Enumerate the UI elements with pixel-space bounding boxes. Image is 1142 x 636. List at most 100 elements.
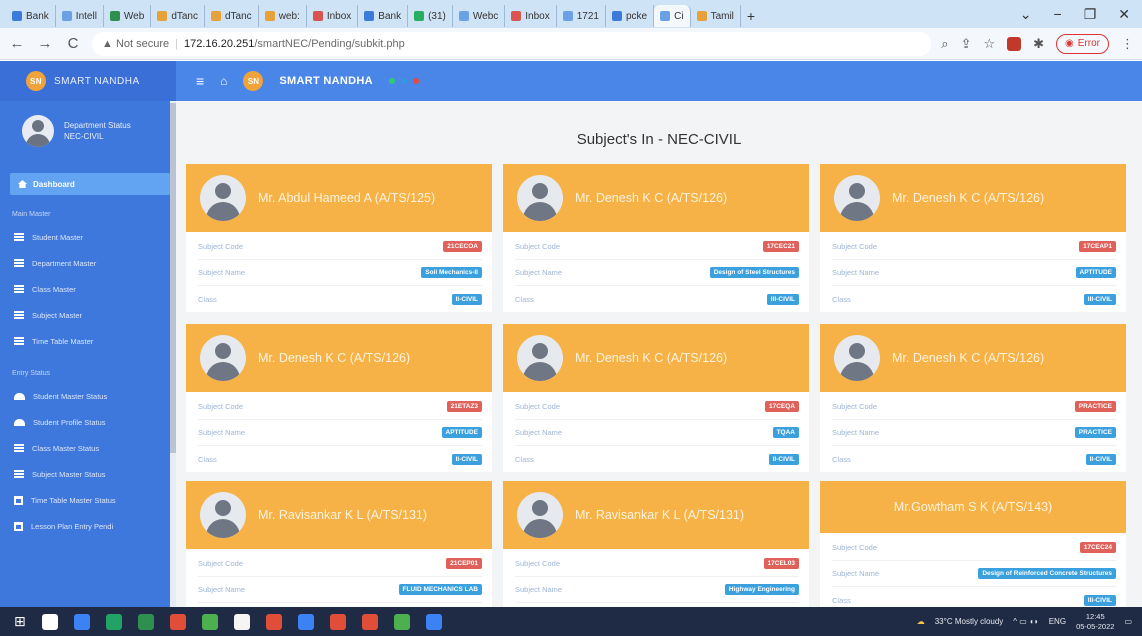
language-indicator[interactable]: ENG [1049, 617, 1066, 626]
taskbar-app-icon[interactable] [297, 613, 314, 630]
taskbar-app-icon[interactable] [425, 613, 442, 630]
browser-tab[interactable]: Inbox [505, 5, 557, 27]
extensions-puzzle-icon[interactable]: ✱ [1033, 36, 1044, 52]
sidebar-brand[interactable]: SN SMART NANDHA [0, 61, 176, 101]
subject-card[interactable]: Mr. Denesh K C (A/TS/126) Subject Code 17C… [503, 324, 809, 472]
address-bar-icons: ⌕ ⇪ ☆ ✱ ◉ Error ⋮ [941, 33, 1134, 54]
subject-card[interactable]: Mr. Abdul Hameed A (A/TS/125) Subject Cod… [186, 164, 492, 312]
taskbar-app-icon[interactable] [329, 613, 346, 630]
sidebar-item-label: Subject Master Status [32, 469, 106, 479]
subject-card[interactable]: Mr. Ravisankar K L (A/TS/131) Subject Cod… [186, 481, 492, 607]
browser-tab[interactable]: Web [104, 5, 152, 27]
menu-toggle-icon[interactable]: ≡ [196, 73, 204, 89]
browser-tab[interactable]: Bank [6, 5, 56, 27]
sidebar-item-subject-master[interactable]: Subject Master [0, 302, 176, 328]
clock[interactable]: 12:45 05-05-2022 [1076, 612, 1114, 632]
sidebar-item-department-master[interactable]: Department Master [0, 250, 176, 276]
card-label-class: Class [515, 454, 534, 464]
class-badge: II-CIVIL [451, 293, 482, 305]
sidebar-item-class-master[interactable]: Class Master [0, 276, 176, 302]
extension-icon[interactable] [1007, 36, 1022, 51]
back-button[interactable]: ← [8, 35, 26, 52]
card-label-code: Subject Code [832, 543, 878, 552]
sidebar-item-class-master-status[interactable]: Class Master Status [0, 435, 176, 461]
subject-code-badge: 17CEC21 [762, 241, 799, 252]
taskbar-app-icon[interactable] [137, 613, 154, 630]
sidebar-item-subject-master-status[interactable]: Subject Master Status [0, 461, 176, 487]
card-row-class: Class II-CIVIL [515, 446, 799, 472]
status-dot [400, 78, 407, 84]
faculty-avatar [517, 335, 563, 381]
sidebar-item-student-master-status[interactable]: Student Master Status [0, 383, 176, 409]
subject-card[interactable]: Mr. Denesh K C (A/TS/126) Subject Code 17C… [820, 164, 1126, 312]
notification-icon[interactable]: ▭ [1124, 617, 1132, 626]
sidebar-item-time-table-master[interactable]: Time Table Master [0, 328, 176, 354]
sidebar-item-student-master[interactable]: Student Master [0, 224, 176, 250]
faculty-avatar [517, 175, 563, 221]
new-tab-button[interactable]: + [741, 5, 761, 27]
subject-card[interactable]: Mr. Denesh K C (A/TS/126) Subject Code PRA… [820, 324, 1126, 472]
browser-tab[interactable]: Ci [654, 5, 691, 27]
bookmark-star-icon[interactable]: ☆ [983, 36, 995, 52]
minimize-button[interactable]: − [1054, 6, 1062, 22]
app-header: SN SMART NANDHA ≡ ⌂ SN SMART NANDHA [0, 61, 1142, 101]
tray-icons[interactable]: ^ ▭ ◖◗ [1013, 617, 1038, 626]
zoom-icon[interactable]: ⌕ [941, 36, 948, 52]
card-body: Subject Code 17CEAP1 Subject Name APTITUDE C… [820, 232, 1126, 312]
weather-text[interactable]: 33°C Mostly cloudy [935, 617, 1004, 626]
taskbar-app-icon[interactable] [105, 613, 122, 630]
subject-card[interactable]: Mr. Denesh K C (A/TS/126) Subject Code 21E… [186, 324, 492, 472]
profile-error-button[interactable]: ◉ Error [1056, 33, 1109, 54]
sidebar-item-dashboard[interactable]: Dashboard [10, 173, 170, 195]
users-icon [14, 392, 25, 400]
taskbar-app-icon[interactable] [169, 613, 186, 630]
tab-title: pcke [625, 10, 648, 22]
tab-favicon-icon [696, 11, 707, 21]
browser-tab[interactable]: Webc [453, 5, 506, 27]
tab-title: Webc [472, 10, 499, 22]
home-icon[interactable]: ⌂ [220, 74, 227, 88]
card-body: Subject Code 21CEP01 Subject Name FLUID MEC… [186, 549, 492, 607]
taskbar-app-icon[interactable] [361, 613, 378, 630]
tab-title: Ci [674, 10, 684, 22]
browser-tab[interactable]: Tamil [691, 5, 741, 27]
url-field[interactable]: ▲ Not secure | 172.16.20.251/smartNEC/Pe… [92, 31, 932, 56]
windows-start-icon[interactable]: ⊞ [14, 613, 26, 630]
browser-tab[interactable]: web: [259, 5, 307, 27]
tab-favicon-icon [611, 11, 622, 21]
security-indicator[interactable]: ▲ Not secure [102, 38, 169, 50]
browser-tab[interactable]: Bank [358, 5, 409, 27]
share-icon[interactable]: ⇪ [961, 36, 972, 52]
sidebar-item-time-table-master-status[interactable]: Time Table Master Status [0, 487, 176, 513]
status-dots [388, 78, 419, 84]
taskbar-app-icon[interactable] [393, 613, 410, 630]
card-row-code: Subject Code 17CEC24 [832, 535, 1116, 561]
subject-card[interactable]: Mr.Gowtham S K (A/TS/143) Subject Code 17C… [820, 481, 1126, 607]
sidebar-item-lesson-plan-entry-pendi[interactable]: Lesson Plan Entry Pendi [0, 513, 176, 539]
forward-button[interactable]: → [36, 35, 54, 52]
reload-button[interactable]: C [64, 35, 82, 52]
restore-button[interactable]: ❐ [1084, 6, 1097, 23]
browser-tab[interactable]: Intell [56, 5, 104, 27]
subject-name-badge: Soil Mechanics-II [421, 267, 482, 278]
taskbar-app-icon[interactable] [73, 613, 90, 630]
tab-search-icon[interactable]: ⌄ [1020, 6, 1032, 23]
taskbar-app-icon[interactable] [41, 613, 58, 630]
browser-tab[interactable]: dTanc [205, 5, 259, 27]
sidebar-item-student-profile-status[interactable]: Student Profile Status [0, 409, 176, 435]
subject-code-badge: 21CECOA [443, 241, 482, 252]
taskbar-app-icon[interactable] [233, 613, 250, 630]
browser-tab[interactable]: 1721 [557, 5, 606, 27]
browser-tab[interactable]: pcke [606, 5, 655, 27]
tab-favicon-icon [157, 11, 168, 21]
subject-card[interactable]: Mr. Denesh K C (A/TS/126) Subject Code 17C… [503, 164, 809, 312]
close-window-button[interactable]: ✕ [1118, 6, 1130, 23]
browser-tab[interactable]: (31) [408, 5, 453, 27]
browser-menu-icon[interactable]: ⋮ [1121, 36, 1134, 52]
taskbar-app-icon[interactable] [265, 613, 282, 630]
subject-card[interactable]: Mr. Ravisankar K L (A/TS/131) Subject Cod… [503, 481, 809, 607]
calendar-icon [14, 521, 23, 531]
browser-tab[interactable]: dTanc [151, 5, 205, 27]
taskbar-app-icon[interactable] [201, 613, 218, 630]
browser-tab[interactable]: Inbox [307, 5, 359, 27]
